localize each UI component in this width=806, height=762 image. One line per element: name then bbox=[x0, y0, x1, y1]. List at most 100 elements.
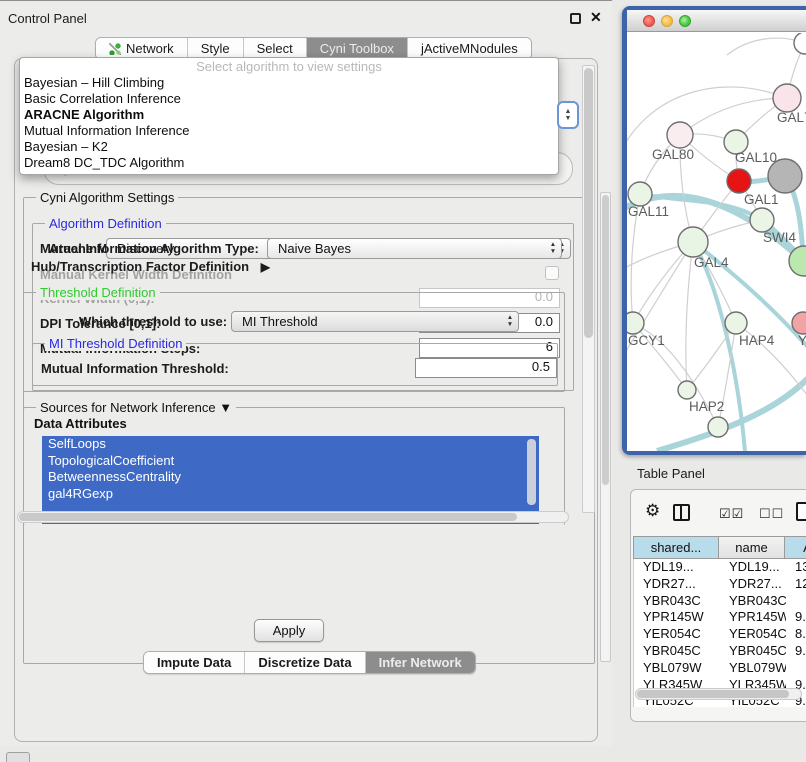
select-all-checkboxes-icon[interactable]: ☑☑ bbox=[719, 503, 744, 525]
network-node-hap4[interactable] bbox=[725, 312, 747, 334]
table-cell: YER054C bbox=[720, 626, 786, 643]
algorithm-option[interactable]: Mutual Information Inference bbox=[20, 123, 558, 139]
network-node-gal7[interactable] bbox=[773, 84, 801, 112]
node-label-gal10: GAL10 bbox=[735, 150, 777, 165]
gear-icon[interactable]: ⚙ bbox=[645, 500, 660, 522]
network-node[interactable] bbox=[794, 33, 806, 54]
float-window-icon[interactable] bbox=[570, 13, 581, 24]
node-label-gal1: GAL1 bbox=[744, 192, 779, 207]
network-canvas[interactable]: GAL7GAL80GAL10GAL1GAL11SWI4GAL4GCY1HAP4Y… bbox=[627, 33, 806, 451]
close-traffic-light[interactable] bbox=[643, 15, 655, 27]
algorithm-option[interactable]: Basic Correlation Inference bbox=[20, 91, 558, 107]
network-node[interactable] bbox=[708, 417, 728, 437]
manual-kernel-checkbox[interactable] bbox=[545, 266, 559, 280]
table-cell: YBR043C bbox=[720, 593, 786, 610]
table-cell bbox=[786, 660, 806, 677]
document-icon[interactable] bbox=[796, 502, 806, 521]
network-view-window: GAL7GAL80GAL10GAL1GAL11SWI4GAL4GCY1HAP4Y… bbox=[622, 6, 806, 455]
algorithm-option[interactable]: ARACNE Algorithm bbox=[20, 107, 558, 123]
table-cell: 9. bbox=[786, 643, 806, 660]
network-node-gal1[interactable] bbox=[727, 169, 751, 193]
node-label-gal4: GAL4 bbox=[694, 255, 729, 270]
tab-discretize-data[interactable]: Discretize Data bbox=[245, 652, 365, 673]
table-cell: YBL079W bbox=[720, 660, 786, 677]
hub-definition-toggle[interactable]: Hub/Transcription Factor Definition ▶ bbox=[31, 259, 270, 274]
tab-select[interactable]: Select bbox=[244, 38, 307, 59]
table-panel-title: Table Panel bbox=[637, 466, 705, 481]
attribute-item[interactable]: TopologicalCoefficient bbox=[42, 453, 539, 470]
scrollbar-thumb[interactable] bbox=[637, 690, 789, 698]
tab-label: jActiveMNodules bbox=[421, 41, 518, 56]
tab-jactivemnodules[interactable]: jActiveMNodules bbox=[408, 38, 531, 59]
table-cell: YBR043C bbox=[634, 593, 720, 610]
sources-group: Sources for Network Inference ▼ Data Att… bbox=[23, 407, 565, 525]
tab-impute-data[interactable]: Impute Data bbox=[144, 652, 245, 673]
tab-cyni-toolbox[interactable]: Cyni Toolbox bbox=[307, 38, 408, 59]
algorithm-placeholder: Select algorithm to view settings bbox=[20, 58, 558, 75]
table-cell: YPR145W bbox=[634, 609, 720, 626]
node-label-swi4: SWI4 bbox=[763, 230, 796, 245]
table-cell: YDR27... bbox=[634, 576, 720, 593]
settings-horizontal-scrollbar[interactable] bbox=[17, 511, 569, 523]
minimize-traffic-light[interactable] bbox=[661, 15, 673, 27]
algorithm-combo-stepper[interactable]: ▲▼ bbox=[557, 101, 579, 129]
tab-network[interactable]: Network bbox=[96, 38, 188, 59]
stepper-down-icon: ▼ bbox=[565, 115, 572, 122]
table-horizontal-scrollbar[interactable] bbox=[635, 688, 802, 700]
table-row[interactable]: YDL19...YDL19...13 bbox=[634, 559, 806, 576]
close-icon[interactable]: ✕ bbox=[590, 9, 602, 26]
network-node-gal4[interactable] bbox=[678, 227, 708, 257]
collapsed-arrow-icon: ▶ bbox=[261, 260, 270, 274]
network-node-gal11[interactable] bbox=[628, 182, 652, 206]
table-cell: 9. bbox=[786, 609, 806, 626]
network-icon bbox=[109, 43, 121, 55]
table-cell: YPR145W bbox=[720, 609, 786, 626]
sources-title[interactable]: Sources for Network Inference ▼ bbox=[36, 400, 236, 415]
settings-vertical-scrollbar[interactable] bbox=[582, 65, 595, 513]
deselect-all-checkboxes-icon[interactable]: ☐☐ bbox=[759, 503, 784, 525]
control-panel-title: Control Panel bbox=[8, 11, 87, 26]
network-edge bbox=[686, 242, 693, 390]
control-panel-scrollbar[interactable] bbox=[600, 192, 611, 662]
scrollbar-thumb[interactable] bbox=[602, 195, 609, 485]
tab-style[interactable]: Style bbox=[188, 38, 244, 59]
network-node[interactable] bbox=[768, 159, 802, 193]
attributes-scrollbar-thumb[interactable] bbox=[527, 439, 536, 505]
scrollbar-thumb[interactable] bbox=[19, 513, 517, 521]
network-node-gcy1[interactable] bbox=[627, 312, 644, 334]
column-header-A[interactable]: A bbox=[785, 536, 806, 559]
zoom-traffic-light[interactable] bbox=[679, 15, 691, 27]
scrollbar-thumb[interactable] bbox=[584, 68, 593, 338]
table-row[interactable]: YBR045CYBR045C9. bbox=[634, 643, 806, 660]
combo-stepper-icon: ▲▼ bbox=[502, 315, 518, 328]
network-window-titlebar[interactable] bbox=[627, 10, 806, 32]
column-header-name[interactable]: name bbox=[719, 536, 785, 559]
node-label-gal11: GAL11 bbox=[628, 204, 669, 219]
attribute-item[interactable]: SelfLoops bbox=[42, 436, 539, 453]
algorithm-option[interactable]: Dream8 DC_TDC Algorithm bbox=[20, 155, 558, 171]
algorithm-option[interactable]: Bayesian – K2 bbox=[20, 139, 558, 155]
columns-icon[interactable] bbox=[673, 504, 690, 521]
which-threshold-combo[interactable]: MI Threshold ▲▼ bbox=[231, 311, 519, 332]
table-row[interactable]: YDR27...YDR27...12 bbox=[634, 576, 806, 593]
table-row[interactable]: YPR145WYPR145W9. bbox=[634, 609, 806, 626]
node-label-hap4: HAP4 bbox=[739, 333, 775, 348]
network-node-gal80[interactable] bbox=[667, 122, 693, 148]
table-cell: YBL079W bbox=[634, 660, 720, 677]
table-header-row: shared...nameA bbox=[633, 536, 806, 559]
table-row[interactable]: YER054CYER054C8. bbox=[634, 626, 806, 643]
tab-infer-network[interactable]: Infer Network bbox=[366, 652, 475, 673]
attribute-item[interactable]: BetweennessCentrality bbox=[42, 469, 539, 486]
attribute-item[interactable]: gal4RGexp bbox=[42, 486, 539, 503]
mi-type-combo[interactable]: Naive Bayes ▲▼ bbox=[267, 238, 562, 259]
mi-threshold-input[interactable]: 0.5 bbox=[415, 358, 557, 378]
panel-mini-button[interactable] bbox=[6, 752, 30, 762]
table-row[interactable]: YBR043CYBR043C bbox=[634, 593, 806, 610]
network-node-swi4[interactable] bbox=[750, 208, 774, 232]
column-header-shared[interactable]: shared... bbox=[633, 536, 719, 559]
threshold-definition-group: Threshold Definition Which threshold to … bbox=[23, 292, 565, 392]
table-row[interactable]: YBL079WYBL079W bbox=[634, 660, 806, 677]
algorithm-option[interactable]: Bayesian – Hill Climbing bbox=[20, 75, 558, 91]
network-node-hap2[interactable] bbox=[678, 381, 696, 399]
apply-button[interactable]: Apply bbox=[254, 619, 324, 642]
